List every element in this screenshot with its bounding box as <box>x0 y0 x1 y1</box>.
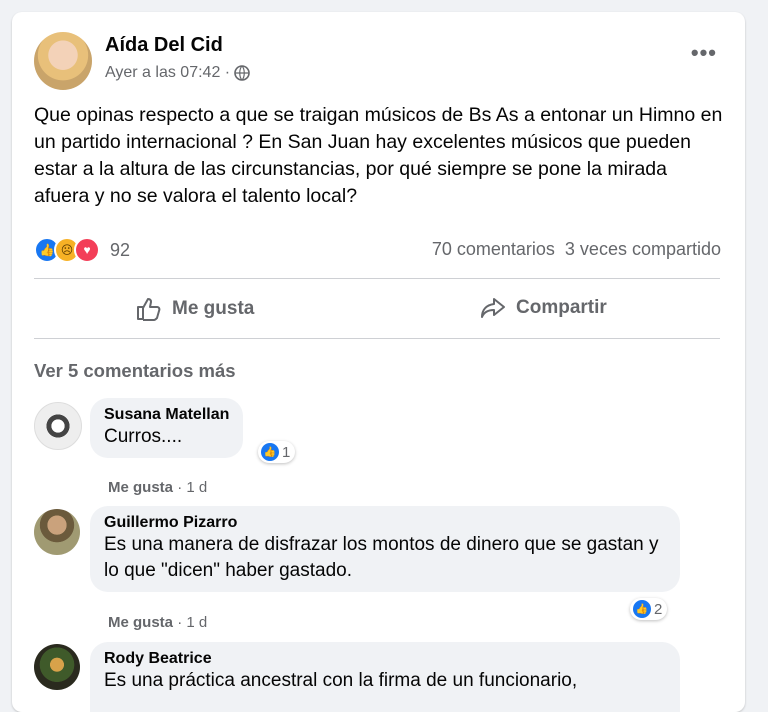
comment-reactions[interactable]: 👍 1 <box>258 441 296 463</box>
like-reaction-icon: 👍 <box>261 443 279 461</box>
comment-age: · 1 d <box>177 479 208 496</box>
engagement-counts: 70 comentarios 3 veces compartido <box>432 239 721 260</box>
post-time[interactable]: Ayer a las 07:42 · <box>105 64 230 82</box>
reaction-count: 92 <box>110 239 131 260</box>
commenter-avatar[interactable] <box>34 509 80 555</box>
commenter-name[interactable]: Rody Beatrice <box>104 650 666 668</box>
post-card: Aída Del Cid Ayer a las 07:42 · ••• Que … <box>12 12 745 712</box>
comment-text: Curros.... <box>104 426 183 447</box>
comment-reaction-count: 2 <box>654 600 663 618</box>
comment-like-link[interactable]: Me gusta <box>108 479 173 496</box>
comment-bubble: Guillermo Pizarro Es una manera de disfr… <box>90 506 680 592</box>
share-label: Compartir <box>516 297 607 318</box>
comment-actions: Me gusta · 1 d <box>108 614 207 631</box>
commenter-avatar[interactable] <box>34 402 82 450</box>
comments-count[interactable]: 70 comentarios <box>432 239 555 260</box>
like-icon <box>137 298 161 321</box>
commenter-name[interactable]: Susana Matellan <box>104 406 229 424</box>
commenter-name[interactable]: Guillermo Pizarro <box>104 514 666 532</box>
post-meta: Ayer a las 07:42 · <box>105 64 250 82</box>
share-button[interactable]: Compartir <box>480 297 607 319</box>
comment-bubble: Susana Matellan Curros.... <box>90 398 244 458</box>
post-text: Que opinas respecto a que se traigan mús… <box>34 104 723 207</box>
comment-reactions[interactable]: 👍 2 <box>630 598 668 620</box>
author-name[interactable]: Aída Del Cid <box>105 34 223 57</box>
divider <box>34 338 720 339</box>
author-avatar[interactable] <box>34 32 92 90</box>
commenter-avatar[interactable] <box>34 644 80 690</box>
reaction-summary[interactable]: 👍 ☹ ♥ 92 <box>34 237 130 263</box>
globe-icon <box>234 65 250 81</box>
like-button[interactable]: Me gusta <box>136 297 254 321</box>
comment-text: Es una práctica ancestral con la firma d… <box>104 670 578 691</box>
like-reaction-icon: 👍 <box>633 600 651 618</box>
comment-actions: Me gusta · 1 d <box>108 479 207 496</box>
love-reaction-icon: ♥ <box>74 237 100 263</box>
comment-age: · 1 d <box>177 614 208 631</box>
like-label: Me gusta <box>172 298 255 319</box>
divider <box>34 278 720 279</box>
comment-like-link[interactable]: Me gusta <box>108 614 173 631</box>
shares-count[interactable]: 3 veces compartido <box>565 239 721 260</box>
more-icon[interactable]: ••• <box>691 40 717 66</box>
comment-text: Es una manera de disfrazar los montos de… <box>104 534 659 581</box>
comment-reaction-count: 1 <box>282 443 291 461</box>
share-icon <box>481 298 505 318</box>
see-more-comments[interactable]: Ver 5 comentarios más <box>34 360 236 382</box>
